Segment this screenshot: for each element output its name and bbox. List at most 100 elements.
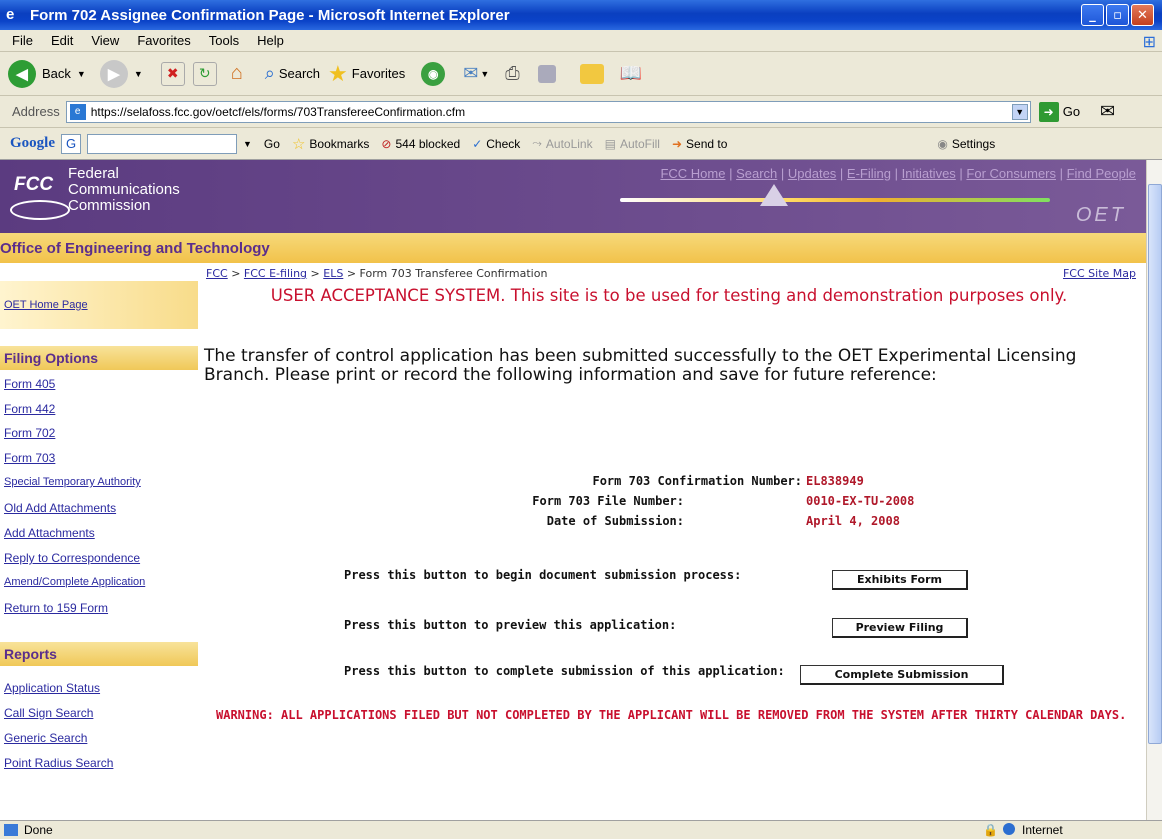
folder-icon: [579, 63, 604, 84]
confirmation-number-label: Form 703 Confirmation Number:: [592, 474, 802, 488]
google-go-button[interactable]: Go: [264, 137, 280, 151]
sidebar-link-return-159[interactable]: Return to 159 Form: [4, 601, 108, 615]
sidebar-link-application-status[interactable]: Application Status: [4, 681, 100, 695]
nav-updates[interactable]: Updates: [788, 166, 836, 181]
menu-edit[interactable]: Edit: [51, 33, 73, 48]
menu-view[interactable]: View: [91, 33, 119, 48]
sidebar-link-sta[interactable]: Special Temporary Authority: [4, 476, 141, 488]
nav-initiatives[interactable]: Initiatives: [902, 166, 956, 181]
blocked-count[interactable]: 544 blocked: [395, 137, 460, 151]
site-map-link[interactable]: FCC Site Map: [1063, 267, 1136, 280]
menu-help[interactable]: Help: [257, 33, 284, 48]
lock-icon[interactable]: 🔒: [983, 823, 998, 837]
title-bar[interactable]: e Form 702 Assignee Confirmation Page - …: [0, 0, 1162, 30]
popup-blocker-icon: ⊘: [381, 136, 392, 151]
sidebar-link-amend[interactable]: Amend/Complete Application: [4, 576, 145, 588]
menu-file[interactable]: File: [12, 33, 33, 48]
menu-tools[interactable]: Tools: [209, 33, 239, 48]
nav-find-people[interactable]: Find People: [1067, 166, 1136, 181]
star-icon: ☆: [291, 135, 306, 153]
oet-home-link[interactable]: OET Home Page: [4, 299, 88, 311]
refresh-button[interactable]: ↻: [192, 58, 217, 90]
vertical-scrollbar[interactable]: [1146, 160, 1162, 820]
page-icon: e: [69, 103, 86, 120]
complete-submission-button[interactable]: Complete Submission: [800, 665, 1004, 685]
close-button[interactable]: ✕: [1131, 4, 1154, 26]
search-button[interactable]: ⌕ Search: [257, 58, 320, 90]
sidebar-link-point-radius-search[interactable]: Point Radius Search: [4, 756, 113, 770]
favorites-label: Favorites: [351, 66, 406, 81]
breadcrumb-e-filing[interactable]: FCC E-filing: [244, 267, 307, 280]
minimize-button[interactable]: _: [1081, 4, 1104, 26]
sidebar-link-form-442[interactable]: Form 442: [4, 402, 55, 416]
chevron-down-icon: ▼: [76, 68, 86, 79]
autolink-icon: ⤳: [532, 136, 542, 150]
send-icon: ➜: [671, 136, 683, 151]
sidebar-link-add-attachments[interactable]: Add Attachments: [4, 526, 95, 540]
settings-button[interactable]: Settings: [952, 137, 995, 151]
autofill-button[interactable]: AutoFill: [620, 137, 660, 151]
research-icon: 📖: [619, 63, 643, 83]
forward-button[interactable]: ▶ ▼: [94, 58, 143, 90]
check-button[interactable]: Check: [486, 137, 520, 151]
google-search-input[interactable]: [87, 133, 237, 154]
exhibits-form-button[interactable]: Exhibits Form: [832, 570, 968, 590]
nav-search[interactable]: Search: [736, 166, 777, 181]
office-title-bar: Office of Engineering and Technology: [0, 233, 1146, 263]
mail-button[interactable]: ✉ ▼: [453, 58, 489, 90]
media-button[interactable]: ◉: [413, 58, 446, 90]
favorites-button[interactable]: ★ Favorites: [328, 58, 405, 90]
nav-fcc-home[interactable]: FCC Home: [660, 166, 725, 181]
home-button[interactable]: ⌂: [225, 58, 249, 90]
research-button[interactable]: 📖: [612, 58, 642, 90]
sidebar-link-generic-search[interactable]: Generic Search: [4, 731, 87, 745]
address-input[interactable]: e https://selafoss.fcc.gov/oetcf/els/for…: [65, 100, 1031, 123]
scrollbar-thumb[interactable]: [1148, 184, 1162, 744]
fcc-logo[interactable]: FCC: [6, 170, 70, 220]
fcc-banner: FCC Federal Communications Commission FC…: [0, 160, 1146, 233]
go-button[interactable]: Go: [1063, 104, 1080, 119]
sidebar-link-form-703[interactable]: Form 703: [4, 451, 55, 465]
sendto-button[interactable]: Send to: [686, 137, 727, 151]
back-button[interactable]: ◀ Back ▼: [8, 58, 86, 90]
preview-filing-button[interactable]: Preview Filing: [832, 618, 968, 638]
sidebar-link-form-702[interactable]: Form 702: [4, 426, 55, 440]
chevron-down-icon[interactable]: ▼: [243, 139, 252, 149]
stop-button[interactable]: ✖: [151, 58, 185, 90]
sidebar-link-form-405[interactable]: Form 405: [4, 377, 55, 391]
go-arrow-icon[interactable]: ➜: [1038, 101, 1059, 122]
address-dropdown-icon[interactable]: ▼: [1011, 103, 1028, 120]
confirmation-number-value: EL838949: [806, 474, 864, 488]
uat-notice: USER ACCEPTANCE SYSTEM. This site is to …: [270, 286, 1068, 305]
breadcrumb-sep: >: [231, 267, 241, 280]
oet-logo: OET: [1075, 204, 1126, 226]
spellcheck-icon: ✓: [472, 136, 483, 151]
breadcrumb: FCC > FCC E-filing > ELS > Form 703 Tran…: [206, 267, 547, 280]
toolbar: ◀ Back ▼ ▶ ▼ ✖ ↻ ⌂ ⌕ Search ★ Favorites …: [0, 52, 1162, 96]
sidebar-link-reply[interactable]: Reply to Correspondence: [4, 551, 140, 565]
google-menu-button[interactable]: G: [61, 133, 81, 154]
breadcrumb-els[interactable]: ELS: [323, 267, 343, 280]
maximize-button[interactable]: ▫: [1106, 4, 1129, 26]
fcc-seal-icon: [10, 200, 70, 220]
autolink-button[interactable]: AutoLink: [546, 137, 593, 151]
address-bar: Address e https://selafoss.fcc.gov/oetcf…: [0, 96, 1162, 128]
security-zone: Internet: [1022, 823, 1063, 837]
browser-window: e Form 702 Assignee Confirmation Page - …: [0, 0, 1162, 839]
breadcrumb-fcc[interactable]: FCC: [206, 267, 228, 280]
folder-button[interactable]: [564, 58, 604, 90]
nav-for-consumers[interactable]: For Consumers: [966, 166, 1056, 181]
menu-favorites[interactable]: Favorites: [137, 33, 190, 48]
file-number-label: Form 703 File Number:: [532, 494, 684, 508]
success-message: The transfer of control application has …: [204, 346, 1077, 385]
sidebar-link-old-attachments[interactable]: Old Add Attachments: [4, 501, 116, 515]
messenger-icon[interactable]: ✉: [1100, 101, 1115, 122]
print-button[interactable]: ⎙: [497, 58, 519, 90]
sidebar-link-call-sign-search[interactable]: Call Sign Search: [4, 706, 93, 720]
breadcrumb-sep: >: [346, 267, 357, 280]
bookmarks-button[interactable]: Bookmarks: [309, 137, 369, 151]
prism-graphic: [760, 184, 788, 206]
ie-icon: e: [6, 6, 15, 23]
nav-e-filing[interactable]: E-Filing: [847, 166, 891, 181]
edit-button[interactable]: [528, 58, 556, 90]
